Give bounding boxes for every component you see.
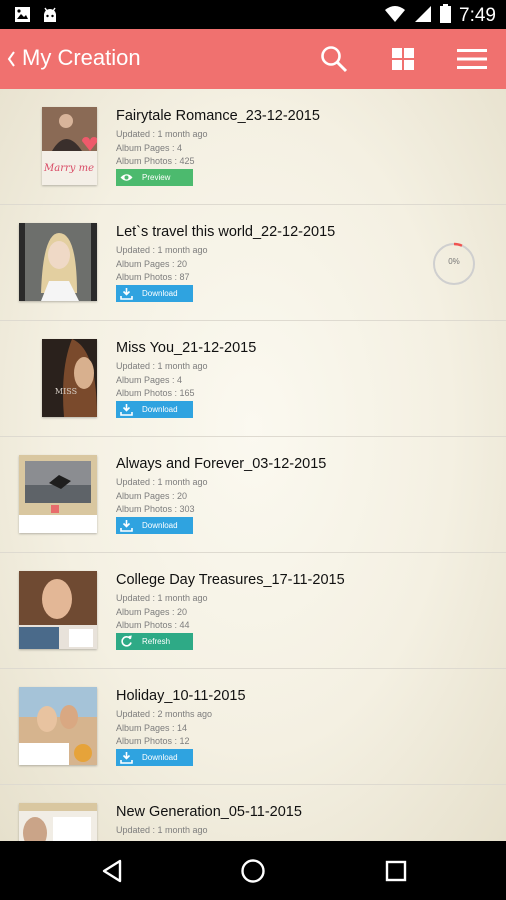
album-updated: Updated : 1 month ago bbox=[116, 825, 208, 835]
album-pages: Album Pages : 20 bbox=[116, 607, 188, 617]
album-pages: Album Pages : 14 bbox=[116, 723, 188, 733]
recents-square-icon[interactable] bbox=[381, 856, 411, 886]
album-title: Miss You_21-12-2015 bbox=[116, 340, 257, 356]
eye-icon bbox=[116, 169, 136, 186]
preview-button[interactable]: Preview bbox=[116, 169, 193, 186]
refresh-button[interactable]: Refresh bbox=[116, 633, 193, 650]
album-title: Fairytale Romance_23-12-2015 bbox=[116, 108, 320, 124]
album-pages: Album Pages : 20 bbox=[116, 491, 188, 501]
search-icon[interactable] bbox=[316, 41, 352, 77]
menu-icon[interactable] bbox=[454, 41, 490, 77]
album-updated: Updated : 1 month ago bbox=[116, 477, 208, 487]
refresh-icon bbox=[116, 633, 136, 650]
album-pages: Album Pages : 4 bbox=[116, 375, 183, 385]
album-row[interactable]: Let`s travel this world_22-12-2015 Updat… bbox=[0, 205, 506, 321]
album-row[interactable]: Always and Forever_03-12-2015 Updated : … bbox=[0, 437, 506, 553]
album-title: New Generation_05-11-2015 bbox=[116, 804, 302, 820]
progress-percent: 0% bbox=[448, 257, 460, 266]
download-button[interactable]: Download bbox=[116, 285, 193, 302]
album-row[interactable]: MISS Miss You_21-12-2015 Updated : 1 mon… bbox=[0, 321, 506, 437]
wifi-icon bbox=[384, 5, 406, 28]
svg-text:MISS: MISS bbox=[55, 387, 77, 396]
battery-icon bbox=[440, 4, 452, 28]
album-photos: Album Photos : 425 bbox=[116, 156, 195, 166]
download-button[interactable]: Download bbox=[116, 401, 193, 418]
album-photos: Album Photos : 165 bbox=[116, 388, 195, 398]
page-title[interactable]: My Creation bbox=[22, 45, 141, 71]
home-circle-icon[interactable] bbox=[238, 856, 268, 886]
album-row[interactable]: College Day Treasures_17-11-2015 Updated… bbox=[0, 553, 506, 669]
svg-text:Marry me: Marry me bbox=[43, 163, 94, 174]
download-icon bbox=[116, 517, 136, 534]
album-photos: Album Photos : 303 bbox=[116, 504, 195, 514]
back-chevron-icon[interactable] bbox=[5, 46, 17, 72]
grid-view-icon[interactable] bbox=[385, 41, 421, 77]
album-updated: Updated : 1 month ago bbox=[116, 129, 208, 139]
album-title: Holiday_10-11-2015 bbox=[116, 688, 246, 704]
album-thumbnail[interactable]: Marry me bbox=[42, 107, 97, 185]
album-thumbnail[interactable] bbox=[19, 223, 97, 301]
download-icon bbox=[116, 285, 136, 302]
download-button[interactable]: Download bbox=[116, 749, 193, 766]
album-updated: Updated : 1 month ago bbox=[116, 245, 208, 255]
album-title: College Day Treasures_17-11-2015 bbox=[116, 572, 345, 588]
status-time: 7:49 bbox=[459, 5, 496, 26]
album-pages: Album Pages : 20 bbox=[116, 259, 188, 269]
album-photos: Album Photos : 87 bbox=[116, 272, 190, 282]
app-bar: My Creation bbox=[0, 29, 506, 89]
gallery-notification-icon bbox=[14, 6, 31, 28]
album-row[interactable]: Holiday_10-11-2015 Updated : 2 months ag… bbox=[0, 669, 506, 785]
album-list[interactable]: Marry me Fairytale Romance_23-12-2015 Up… bbox=[0, 89, 506, 841]
status-bar: 7:49 bbox=[0, 0, 506, 29]
album-thumbnail[interactable] bbox=[19, 803, 97, 841]
album-thumbnail[interactable] bbox=[19, 455, 97, 533]
download-progress: 0% bbox=[432, 242, 476, 286]
download-icon bbox=[116, 401, 136, 418]
album-thumbnail[interactable] bbox=[19, 571, 97, 649]
back-triangle-icon[interactable] bbox=[97, 856, 127, 886]
navigation-bar bbox=[0, 841, 506, 900]
album-title: Let`s travel this world_22-12-2015 bbox=[116, 224, 336, 240]
album-pages: Album Pages : 4 bbox=[116, 143, 183, 153]
album-updated: Updated : 2 months ago bbox=[116, 709, 213, 719]
android-notification-icon bbox=[41, 6, 59, 28]
album-title: Always and Forever_03-12-2015 bbox=[116, 456, 327, 472]
download-icon bbox=[116, 749, 136, 766]
download-button[interactable]: Download bbox=[116, 517, 193, 534]
album-photos: Album Photos : 12 bbox=[116, 736, 190, 746]
album-thumbnail[interactable]: MISS bbox=[42, 339, 97, 417]
album-thumbnail[interactable] bbox=[19, 687, 97, 765]
album-updated: Updated : 1 month ago bbox=[116, 361, 208, 371]
album-photos: Album Photos : 44 bbox=[116, 620, 190, 630]
album-row[interactable]: New Generation_05-11-2015 Updated : 1 mo… bbox=[0, 785, 506, 841]
album-row[interactable]: Marry me Fairytale Romance_23-12-2015 Up… bbox=[0, 89, 506, 205]
album-updated: Updated : 1 month ago bbox=[116, 593, 208, 603]
cell-signal-icon bbox=[414, 5, 432, 28]
